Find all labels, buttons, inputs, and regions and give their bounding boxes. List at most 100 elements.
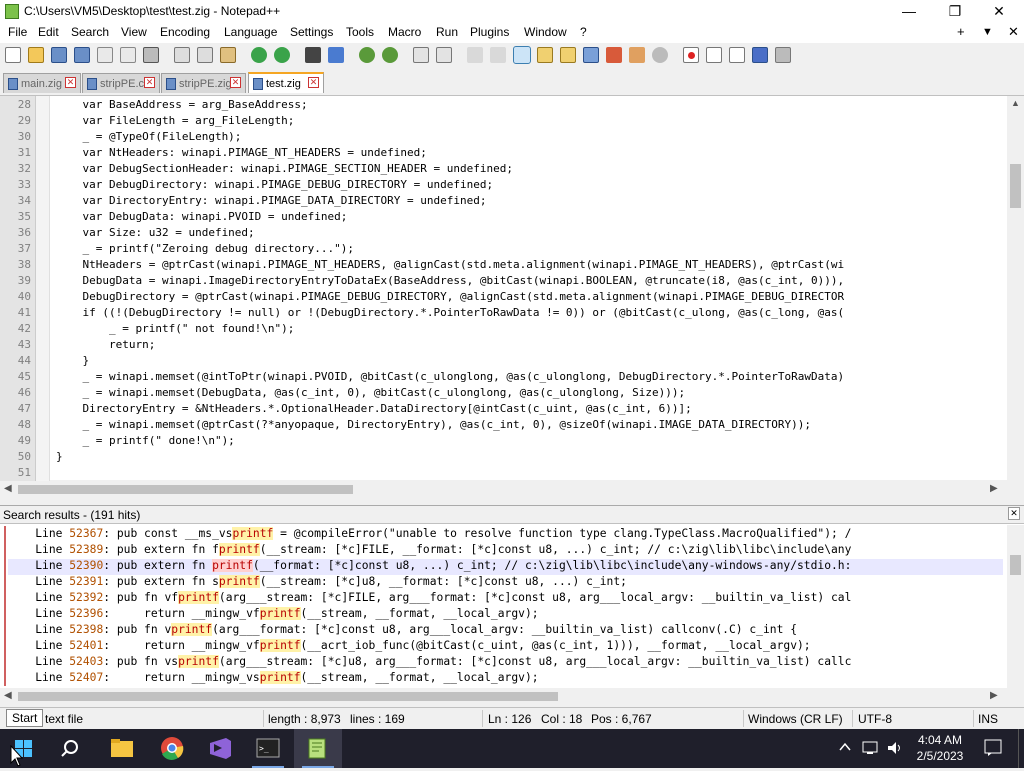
search-result-row[interactable]: Line 52396: return __mingw_vfprintf(__st… bbox=[8, 607, 1003, 623]
search-result-row[interactable]: Line 52367: pub const __ms_vsprintf = @c… bbox=[8, 527, 1003, 543]
save-macro-icon[interactable] bbox=[775, 47, 791, 63]
eol-format[interactable]: Windows (CR LF) bbox=[748, 712, 843, 726]
start-button[interactable] bbox=[0, 729, 48, 768]
save-all-icon[interactable] bbox=[74, 47, 90, 63]
new-tab-icon[interactable]: + bbox=[957, 24, 965, 39]
close-button[interactable]: ✕ bbox=[976, 0, 1022, 23]
monitoring-icon[interactable] bbox=[652, 47, 668, 63]
tab-strippe-zig[interactable]: stripPE.zig ✕ bbox=[161, 73, 246, 93]
sync-vertical-icon[interactable] bbox=[413, 47, 429, 63]
folder-workspace-icon[interactable] bbox=[629, 47, 645, 63]
vertical-scroll-thumb[interactable] bbox=[1010, 164, 1021, 208]
document-map-icon[interactable] bbox=[560, 47, 576, 63]
redo-icon[interactable] bbox=[274, 47, 290, 63]
udl-icon[interactable] bbox=[537, 47, 553, 63]
function-list-icon[interactable] bbox=[606, 47, 622, 63]
search-result-row[interactable]: Line 52392: pub fn vfprintf(arg___stream… bbox=[8, 591, 1003, 607]
word-wrap-icon[interactable] bbox=[467, 47, 483, 63]
taskbar-file-explorer[interactable] bbox=[98, 729, 146, 768]
code-editor[interactable]: 28 29 30 31 32 33 34 35 36 37 38 39 40 41 42 43 44 45 46 47… bbox=[0, 95, 1024, 481]
play-macro-icon[interactable] bbox=[729, 47, 745, 63]
chevron-up-icon[interactable] bbox=[838, 740, 852, 757]
zoom-in-icon[interactable] bbox=[359, 47, 375, 63]
scroll-left-icon[interactable]: ◀ bbox=[4, 483, 12, 494]
save-icon[interactable] bbox=[51, 47, 67, 63]
paste-icon[interactable] bbox=[220, 47, 236, 63]
menu-run[interactable]: Run bbox=[436, 25, 458, 39]
taskbar-terminal[interactable]: >_ bbox=[244, 729, 292, 768]
horizontal-scrollbar[interactable]: ◀ ▶ bbox=[0, 481, 1024, 498]
menu-help[interactable]: ? bbox=[580, 25, 587, 39]
menu-window[interactable]: Window bbox=[524, 25, 567, 39]
open-file-icon[interactable] bbox=[28, 47, 44, 63]
scroll-right-icon[interactable]: ▶ bbox=[990, 690, 998, 701]
menu-tools[interactable]: Tools bbox=[346, 25, 374, 39]
menu-search[interactable]: Search bbox=[71, 25, 109, 39]
close-all-icon[interactable] bbox=[120, 47, 136, 63]
tab-test-zig[interactable]: test.zig ✕ bbox=[248, 72, 324, 93]
horizontal-scroll-thumb[interactable] bbox=[18, 485, 353, 494]
close-tab-icon[interactable]: ✕ bbox=[65, 77, 76, 88]
menu-plugins[interactable]: Plugins bbox=[470, 25, 509, 39]
scroll-up-icon[interactable]: ▲ bbox=[1007, 98, 1024, 112]
search-result-row[interactable]: Line 52398: pub fn vprintf(arg___format:… bbox=[8, 623, 1003, 639]
search-result-row[interactable]: Line 52390: pub extern fn printf(__forma… bbox=[8, 559, 1003, 575]
insert-mode[interactable]: INS bbox=[978, 712, 998, 726]
search-result-row[interactable]: Line 52403: pub fn vsprintf(arg___stream… bbox=[8, 655, 1003, 671]
encoding[interactable]: UTF-8 bbox=[858, 712, 892, 726]
search-result-row[interactable]: Line 52391: pub extern fn sprintf(__stre… bbox=[8, 575, 1003, 591]
undo-icon[interactable] bbox=[251, 47, 267, 63]
menu-view[interactable]: View bbox=[121, 25, 147, 39]
close-file-icon[interactable] bbox=[97, 47, 113, 63]
close-document-icon[interactable]: ✕ bbox=[1008, 24, 1019, 40]
close-search-results-icon[interactable]: ✕ bbox=[1008, 507, 1020, 520]
taskbar-notepadpp[interactable] bbox=[294, 729, 342, 768]
menu-encoding[interactable]: Encoding bbox=[160, 25, 210, 39]
tab-strippe-c[interactable]: stripPE.c ✕ bbox=[82, 73, 160, 93]
menu-macro[interactable]: Macro bbox=[388, 25, 421, 39]
find-icon[interactable] bbox=[305, 47, 321, 63]
copy-icon[interactable] bbox=[197, 47, 213, 63]
clock-time[interactable]: 4:04 AM bbox=[915, 733, 965, 747]
search-scroll-thumb[interactable] bbox=[1010, 555, 1021, 575]
new-file-icon[interactable] bbox=[5, 47, 21, 63]
sync-horizontal-icon[interactable] bbox=[436, 47, 452, 63]
menu-file[interactable]: File bbox=[8, 25, 27, 39]
scroll-right-icon[interactable]: ▶ bbox=[990, 483, 998, 494]
taskbar-chrome[interactable] bbox=[148, 729, 196, 768]
menu-settings[interactable]: Settings bbox=[290, 25, 333, 39]
menu-edit[interactable]: Edit bbox=[38, 25, 59, 39]
document-list-icon[interactable] bbox=[583, 47, 599, 63]
show-desktop-button[interactable] bbox=[1018, 729, 1024, 768]
stop-recording-icon[interactable] bbox=[706, 47, 722, 63]
notifications-icon[interactable] bbox=[984, 739, 1004, 760]
replace-icon[interactable] bbox=[328, 47, 344, 63]
search-result-row[interactable]: Line 52401: return __mingw_vfprintf(__ac… bbox=[8, 639, 1003, 655]
indent-guide-icon[interactable] bbox=[513, 46, 531, 64]
menu-language[interactable]: Language bbox=[224, 25, 277, 39]
search-result-row[interactable]: Line 52407: return __mingw_vsprintf(__st… bbox=[8, 671, 1003, 687]
clock-date[interactable]: 2/5/2023 bbox=[915, 749, 965, 763]
taskbar-visual-studio[interactable] bbox=[196, 729, 244, 768]
cut-icon[interactable] bbox=[174, 47, 190, 63]
volume-icon[interactable] bbox=[886, 740, 904, 759]
minimize-button[interactable]: — bbox=[886, 0, 932, 23]
maximize-button[interactable]: ❐ bbox=[932, 0, 978, 23]
search-vertical-scrollbar[interactable] bbox=[1007, 525, 1024, 688]
scroll-left-icon[interactable]: ◀ bbox=[4, 690, 12, 701]
run-macro-multiple-icon[interactable] bbox=[752, 47, 768, 63]
close-tab-icon[interactable]: ✕ bbox=[308, 77, 319, 88]
network-icon[interactable] bbox=[862, 740, 880, 759]
record-macro-icon[interactable] bbox=[683, 47, 699, 63]
vertical-scrollbar[interactable]: ▲ bbox=[1007, 96, 1024, 481]
close-tab-icon[interactable]: ✕ bbox=[144, 77, 155, 88]
search-result-row[interactable]: Line 52389: pub extern fn fprintf(__stre… bbox=[8, 543, 1003, 559]
search-hscroll-thumb[interactable] bbox=[18, 692, 558, 701]
print-icon[interactable] bbox=[143, 47, 159, 63]
search-horizontal-scrollbar[interactable]: ◀ ▶ bbox=[0, 688, 1024, 705]
taskbar-search-button[interactable] bbox=[48, 729, 96, 768]
zoom-out-icon[interactable] bbox=[382, 47, 398, 63]
tab-main-zig[interactable]: main.zig ✕ bbox=[3, 73, 81, 93]
tab-list-dropdown-icon[interactable]: ▼ bbox=[982, 26, 993, 38]
show-all-chars-icon[interactable] bbox=[490, 47, 506, 63]
